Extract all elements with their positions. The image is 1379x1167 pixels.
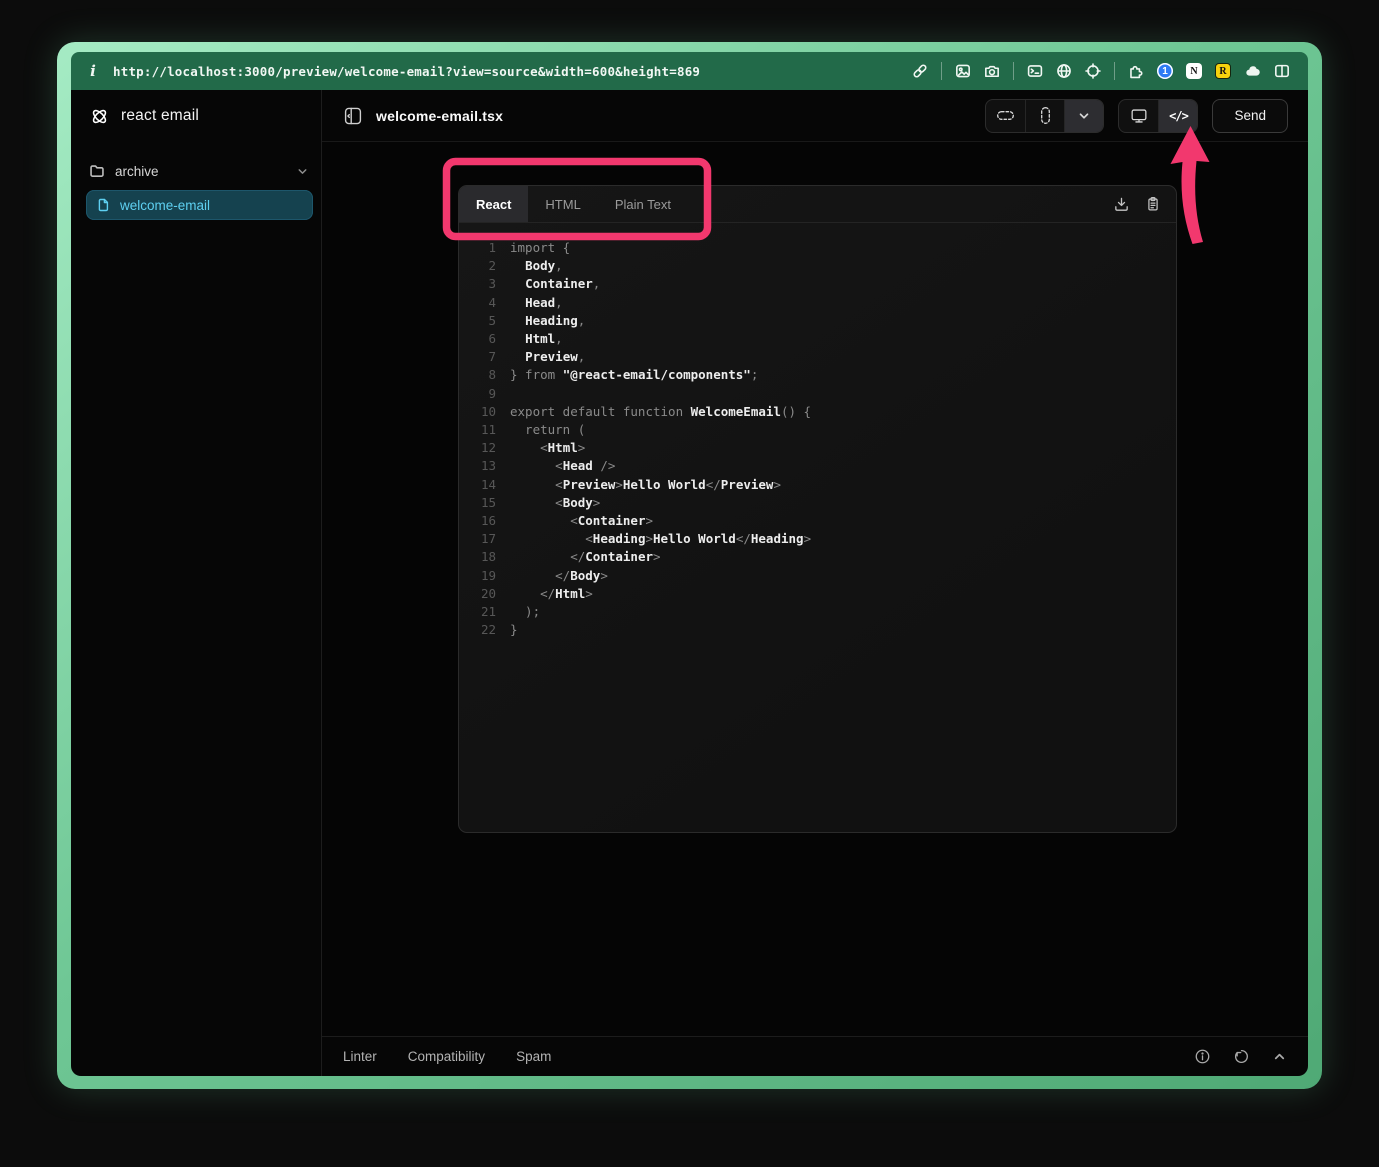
url-text[interactable]: http://localhost:3000/preview/welcome-em… (113, 64, 700, 79)
source-code-panel: React HTML Plain Text (458, 185, 1177, 833)
code-icon: </> (1169, 109, 1188, 123)
code-line: 17 <Heading>Hello World</Heading> (470, 530, 1176, 548)
viewport-width-button[interactable] (986, 100, 1025, 132)
react-email-logo-icon (89, 106, 110, 127)
code-editor[interactable]: 1import {2 Body,3 Container,4 Head,5 Hea… (459, 223, 1176, 832)
sidebar-toggle-icon[interactable] (343, 106, 363, 126)
page-title: welcome-email.tsx (376, 108, 503, 124)
send-button[interactable]: Send (1212, 99, 1288, 133)
camera-icon[interactable] (984, 63, 1000, 79)
main-header: welcome-email.tsx (322, 90, 1308, 142)
code-line: 10export default function WelcomeEmail()… (470, 403, 1176, 421)
r-extension-icon[interactable]: R (1215, 63, 1231, 79)
code-line: 4 Head, (470, 294, 1176, 312)
sidebar-header: react email (71, 90, 321, 142)
toolbar-divider (941, 62, 942, 80)
notion-icon[interactable]: N (1186, 63, 1202, 79)
viewport-size-group (985, 99, 1104, 133)
toolbar-divider (1114, 62, 1115, 80)
crosshair-icon[interactable] (1085, 63, 1101, 79)
code-panel-header: React HTML Plain Text (459, 186, 1176, 223)
header-actions: </> Send (985, 99, 1288, 133)
code-line: 11 return ( (470, 421, 1176, 439)
brand-name: react email (121, 107, 199, 125)
globe-icon[interactable] (1056, 63, 1072, 79)
code-line: 9 (470, 385, 1176, 403)
code-line: 18 </Container> (470, 548, 1176, 566)
code-line: 15 <Body> (470, 494, 1176, 512)
tab-react[interactable]: React (459, 186, 528, 222)
viewport-height-button[interactable] (1025, 100, 1064, 132)
tab-plain-text[interactable]: Plain Text (598, 186, 688, 222)
code-line: 12 <Html> (470, 439, 1176, 457)
code-line: 16 <Container> (470, 512, 1176, 530)
tab-compatibility[interactable]: Compatibility (408, 1049, 485, 1064)
browser-toolbar-icons: 1 N R (912, 62, 1290, 80)
code-line: 5 Heading, (470, 312, 1176, 330)
code-line: 20 </Html> (470, 585, 1176, 603)
info-icon[interactable] (1194, 1048, 1211, 1065)
tab-spam[interactable]: Spam (516, 1049, 551, 1064)
copy-clipboard-icon[interactable] (1145, 196, 1161, 212)
main-content: React HTML Plain Text (322, 142, 1308, 1036)
puzzle-icon[interactable] (1128, 63, 1144, 79)
download-icon[interactable] (1113, 196, 1130, 213)
react-email-app: react email archive (71, 90, 1308, 1076)
code-line: 6 Html, (470, 330, 1176, 348)
code-line: 2 Body, (470, 257, 1176, 275)
tab-html[interactable]: HTML (528, 186, 597, 222)
viewport-dropdown-button[interactable] (1064, 100, 1103, 132)
main-area: welcome-email.tsx (322, 90, 1308, 1076)
browser-url-bar: i http://localhost:3000/preview/welcome-… (71, 52, 1308, 90)
sidebar-item-label: welcome-email (120, 198, 210, 213)
terminal-icon[interactable] (1027, 63, 1043, 79)
link-icon[interactable] (912, 63, 928, 79)
folder-icon (89, 163, 105, 179)
folder-label: archive (115, 164, 159, 179)
code-line: 14 <Preview>Hello World</Preview> (470, 476, 1176, 494)
code-line: 22} (470, 621, 1176, 639)
browser-window: i http://localhost:3000/preview/welcome-… (57, 42, 1322, 1089)
sidebar-folder-archive[interactable]: archive (86, 156, 313, 186)
code-line: 21 ); (470, 603, 1176, 621)
code-lines: 1import {2 Body,3 Container,4 Head,5 Hea… (470, 239, 1176, 639)
code-line: 3 Container, (470, 275, 1176, 293)
bottom-bar-icons (1194, 1048, 1287, 1065)
reset-icon[interactable] (1233, 1048, 1250, 1065)
file-icon (96, 198, 110, 212)
code-line: 13 <Head /> (470, 457, 1176, 475)
chevron-down-icon (296, 165, 309, 178)
code-panel-actions (1113, 186, 1176, 222)
onepassword-icon[interactable]: 1 (1157, 63, 1173, 79)
view-mode-group: </> (1118, 99, 1198, 133)
toolbar-divider (1013, 62, 1014, 80)
split-view-icon[interactable] (1274, 63, 1290, 79)
source-code-mode-button[interactable]: </> (1158, 100, 1197, 132)
sidebar-nav: archive welcome-email (71, 142, 321, 220)
photo-icon[interactable] (955, 63, 971, 79)
screenshot-stage: i http://localhost:3000/preview/welcome-… (0, 0, 1379, 1167)
tab-linter[interactable]: Linter (343, 1049, 377, 1064)
sidebar-item-welcome-email[interactable]: welcome-email (86, 190, 313, 220)
sidebar: react email archive (71, 90, 322, 1076)
page-info-icon[interactable]: i (85, 62, 101, 80)
cloud-icon[interactable] (1244, 63, 1261, 79)
code-line: 19 </Body> (470, 567, 1176, 585)
chevron-up-icon[interactable] (1272, 1049, 1287, 1064)
preview-mode-button[interactable] (1119, 100, 1158, 132)
code-line: 8} from "@react-email/components"; (470, 366, 1176, 384)
bottom-bar: Linter Compatibility Spam (322, 1036, 1308, 1076)
code-line: 1import { (470, 239, 1176, 257)
code-line: 7 Preview, (470, 348, 1176, 366)
